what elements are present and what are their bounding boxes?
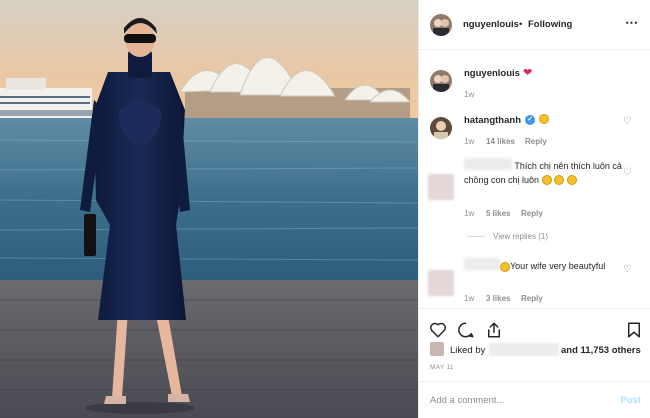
- reply-button[interactable]: Reply: [521, 209, 543, 218]
- comment-avatar-blurred[interactable]: [428, 174, 454, 200]
- share-icon[interactable]: [485, 321, 503, 339]
- post-comment-button[interactable]: Post: [620, 395, 641, 406]
- liker-avatar[interactable]: [430, 342, 444, 356]
- verified-badge-icon: ✓: [525, 115, 535, 125]
- caption-username[interactable]: nguyenlouis: [464, 68, 520, 79]
- heart-eyes-emoji-icon: [500, 261, 510, 272]
- more-options-icon[interactable]: ⋯: [625, 15, 639, 31]
- grin-emoji-icon: [541, 175, 552, 186]
- save-bookmark-icon[interactable]: [625, 321, 643, 339]
- comment-timestamp[interactable]: 1w: [464, 294, 474, 303]
- like-heart-icon[interactable]: [429, 321, 447, 339]
- like-comment-heart-icon[interactable]: ♡: [623, 116, 632, 127]
- comment-likes[interactable]: 14 likes: [486, 137, 515, 146]
- comment-likes[interactable]: 5 likes: [486, 209, 510, 218]
- comment-timestamp[interactable]: 1w: [464, 209, 474, 218]
- divider-line: [467, 236, 485, 238]
- comment-avatar-blurred[interactable]: [428, 270, 454, 296]
- comment-text: Your wife very beautyful: [464, 260, 634, 273]
- caption-author-avatar[interactable]: [430, 70, 452, 92]
- grin-emoji-icon: [554, 175, 565, 186]
- following-button[interactable]: Following: [528, 19, 572, 30]
- separator-dot: •: [519, 19, 523, 30]
- liked-by-label: Liked by: [450, 345, 486, 356]
- comment-form: Add a comment... Post: [419, 381, 650, 418]
- view-replies-button[interactable]: View replies (1): [467, 232, 548, 241]
- comment-username[interactable]: hatangthanh: [464, 115, 521, 126]
- comment-likes[interactable]: 3 likes: [486, 294, 510, 303]
- heart-emoji-icon: ❤: [523, 67, 533, 79]
- like-comment-heart-icon[interactable]: ♡: [623, 167, 632, 178]
- like-comment-heart-icon[interactable]: ♡: [623, 264, 632, 275]
- comment-avatar[interactable]: [430, 117, 452, 139]
- post-date[interactable]: MAY 11: [430, 364, 454, 371]
- post-header: nguyenlouis • Following ⋯: [419, 0, 650, 50]
- comment-text: Thích chị nên thích luôn cả chồng con ch…: [464, 161, 622, 186]
- author-avatar[interactable]: [430, 14, 452, 36]
- caption-timestamp[interactable]: 1w: [464, 90, 474, 99]
- smile-emoji-icon: [539, 114, 549, 124]
- post-detail-pane: nguyenlouis • Following ⋯ nguyenlouis ❤ …: [418, 0, 650, 418]
- comment-timestamp[interactable]: 1w: [464, 137, 474, 146]
- comment-bubble-icon[interactable]: [457, 321, 475, 339]
- reply-button[interactable]: Reply: [521, 294, 543, 303]
- grin-emoji-icon: [566, 175, 577, 186]
- author-username[interactable]: nguyenlouis: [463, 19, 519, 30]
- reply-button[interactable]: Reply: [525, 137, 547, 146]
- liker-username-blurred[interactable]: [489, 343, 559, 356]
- likes-count[interactable]: and 11,753 others: [561, 345, 641, 356]
- post-photo[interactable]: [0, 0, 418, 418]
- comment-input[interactable]: Add a comment...: [430, 395, 504, 406]
